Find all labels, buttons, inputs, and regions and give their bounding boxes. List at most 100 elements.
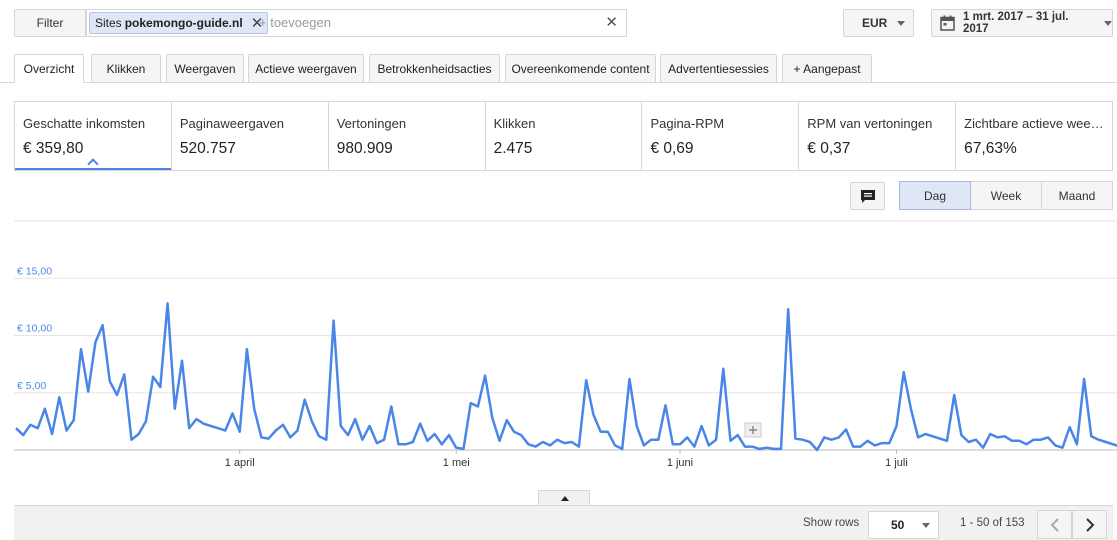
- data-point[interactable]: [519, 433, 523, 437]
- data-point[interactable]: [324, 438, 328, 442]
- data-point[interactable]: [945, 439, 949, 443]
- data-point[interactable]: [397, 442, 401, 446]
- data-point[interactable]: [880, 441, 884, 445]
- data-point[interactable]: [382, 438, 386, 442]
- data-point[interactable]: [765, 446, 769, 450]
- data-point[interactable]: [122, 372, 126, 376]
- data-point[interactable]: [664, 403, 668, 407]
- data-point[interactable]: [108, 379, 112, 383]
- data-point[interactable]: [469, 401, 473, 405]
- data-point[interactable]: [815, 448, 819, 452]
- data-point[interactable]: [692, 445, 696, 449]
- data-point[interactable]: [259, 435, 263, 439]
- data-point[interactable]: [635, 424, 639, 428]
- data-point[interactable]: [137, 432, 141, 436]
- data-point[interactable]: [404, 442, 408, 446]
- data-point[interactable]: [801, 438, 805, 442]
- tab-klikken[interactable]: Klikken: [91, 54, 161, 83]
- data-point[interactable]: [187, 426, 191, 430]
- metric-pagina-rpm[interactable]: Pagina-RPM € 0,69: [642, 102, 800, 170]
- data-point[interactable]: [750, 445, 754, 449]
- data-point[interactable]: [1082, 377, 1086, 381]
- data-point[interactable]: [115, 393, 119, 397]
- tab-aangepast[interactable]: + Aangepast: [782, 54, 872, 83]
- data-point[interactable]: [786, 307, 790, 311]
- data-point[interactable]: [931, 434, 935, 438]
- data-point[interactable]: [1089, 434, 1093, 438]
- tab-advertentiesessies[interactable]: Advertentiesessies: [660, 54, 777, 83]
- data-point[interactable]: [101, 323, 105, 327]
- data-point[interactable]: [21, 433, 25, 437]
- tab-betrokkenheidsacties[interactable]: Betrokkenheidsacties: [369, 54, 500, 83]
- data-point[interactable]: [353, 417, 357, 421]
- data-point[interactable]: [555, 438, 559, 442]
- metric-zichtbare-actieve-weergaven[interactable]: Zichtbare actieve weergaven 67,63%: [956, 102, 1112, 170]
- data-point[interactable]: [526, 442, 530, 446]
- data-point[interactable]: [216, 426, 220, 430]
- data-point[interactable]: [303, 398, 307, 402]
- data-point[interactable]: [851, 445, 855, 449]
- data-point[interactable]: [866, 439, 870, 443]
- data-point[interactable]: [209, 424, 213, 428]
- data-point[interactable]: [959, 433, 963, 437]
- data-point[interactable]: [967, 440, 971, 444]
- metric-vertoningen[interactable]: Vertoningen 980.909: [329, 102, 486, 170]
- data-point[interactable]: [1003, 434, 1007, 438]
- data-point[interactable]: [793, 437, 797, 441]
- data-point[interactable]: [779, 447, 783, 451]
- data-point[interactable]: [606, 430, 610, 434]
- data-point[interactable]: [440, 442, 444, 446]
- data-point[interactable]: [628, 377, 632, 381]
- data-point[interactable]: [296, 429, 300, 433]
- data-point[interactable]: [743, 445, 747, 449]
- data-point[interactable]: [808, 440, 812, 444]
- data-point[interactable]: [360, 438, 364, 442]
- data-point[interactable]: [281, 423, 285, 427]
- annotations-button[interactable]: [850, 182, 885, 210]
- rows-per-page-select[interactable]: 50: [868, 511, 939, 539]
- data-point[interactable]: [1053, 443, 1057, 447]
- data-point[interactable]: [613, 443, 617, 447]
- data-point[interactable]: [844, 427, 848, 431]
- data-point[interactable]: [1039, 438, 1043, 442]
- data-point[interactable]: [887, 441, 891, 445]
- data-point[interactable]: [43, 407, 47, 411]
- data-point[interactable]: [223, 429, 227, 433]
- data-point[interactable]: [721, 367, 725, 371]
- data-point[interactable]: [28, 423, 32, 427]
- data-point[interactable]: [231, 411, 235, 415]
- data-point[interactable]: [916, 435, 920, 439]
- data-point[interactable]: [923, 432, 927, 436]
- currency-dropdown[interactable]: EUR: [843, 9, 914, 37]
- data-point[interactable]: [685, 435, 689, 439]
- data-point[interactable]: [772, 447, 776, 451]
- data-point[interactable]: [194, 417, 198, 421]
- data-point[interactable]: [375, 441, 379, 445]
- data-point[interactable]: [1075, 442, 1079, 446]
- data-point[interactable]: [1032, 438, 1036, 442]
- data-point[interactable]: [339, 424, 343, 428]
- data-point[interactable]: [642, 443, 646, 447]
- data-point[interactable]: [649, 438, 653, 442]
- data-point[interactable]: [837, 435, 841, 439]
- data-point[interactable]: [1046, 435, 1050, 439]
- data-point[interactable]: [599, 430, 603, 434]
- data-point[interactable]: [476, 405, 480, 409]
- data-point[interactable]: [952, 393, 956, 397]
- data-point[interactable]: [570, 440, 574, 444]
- data-point[interactable]: [671, 442, 675, 446]
- metric-klikken[interactable]: Klikken 2.475: [486, 102, 643, 170]
- data-point[interactable]: [490, 416, 494, 420]
- data-point[interactable]: [1017, 439, 1021, 443]
- data-point[interactable]: [245, 347, 249, 351]
- data-point[interactable]: [757, 447, 761, 451]
- data-point[interactable]: [389, 405, 393, 409]
- tab-overzicht[interactable]: Overzicht: [14, 54, 84, 83]
- data-point[interactable]: [541, 440, 545, 444]
- data-point[interactable]: [505, 418, 509, 422]
- data-point[interactable]: [577, 445, 581, 449]
- data-point[interactable]: [368, 424, 372, 428]
- data-point[interactable]: [656, 438, 660, 442]
- data-point[interactable]: [974, 438, 978, 442]
- data-point[interactable]: [1061, 446, 1065, 450]
